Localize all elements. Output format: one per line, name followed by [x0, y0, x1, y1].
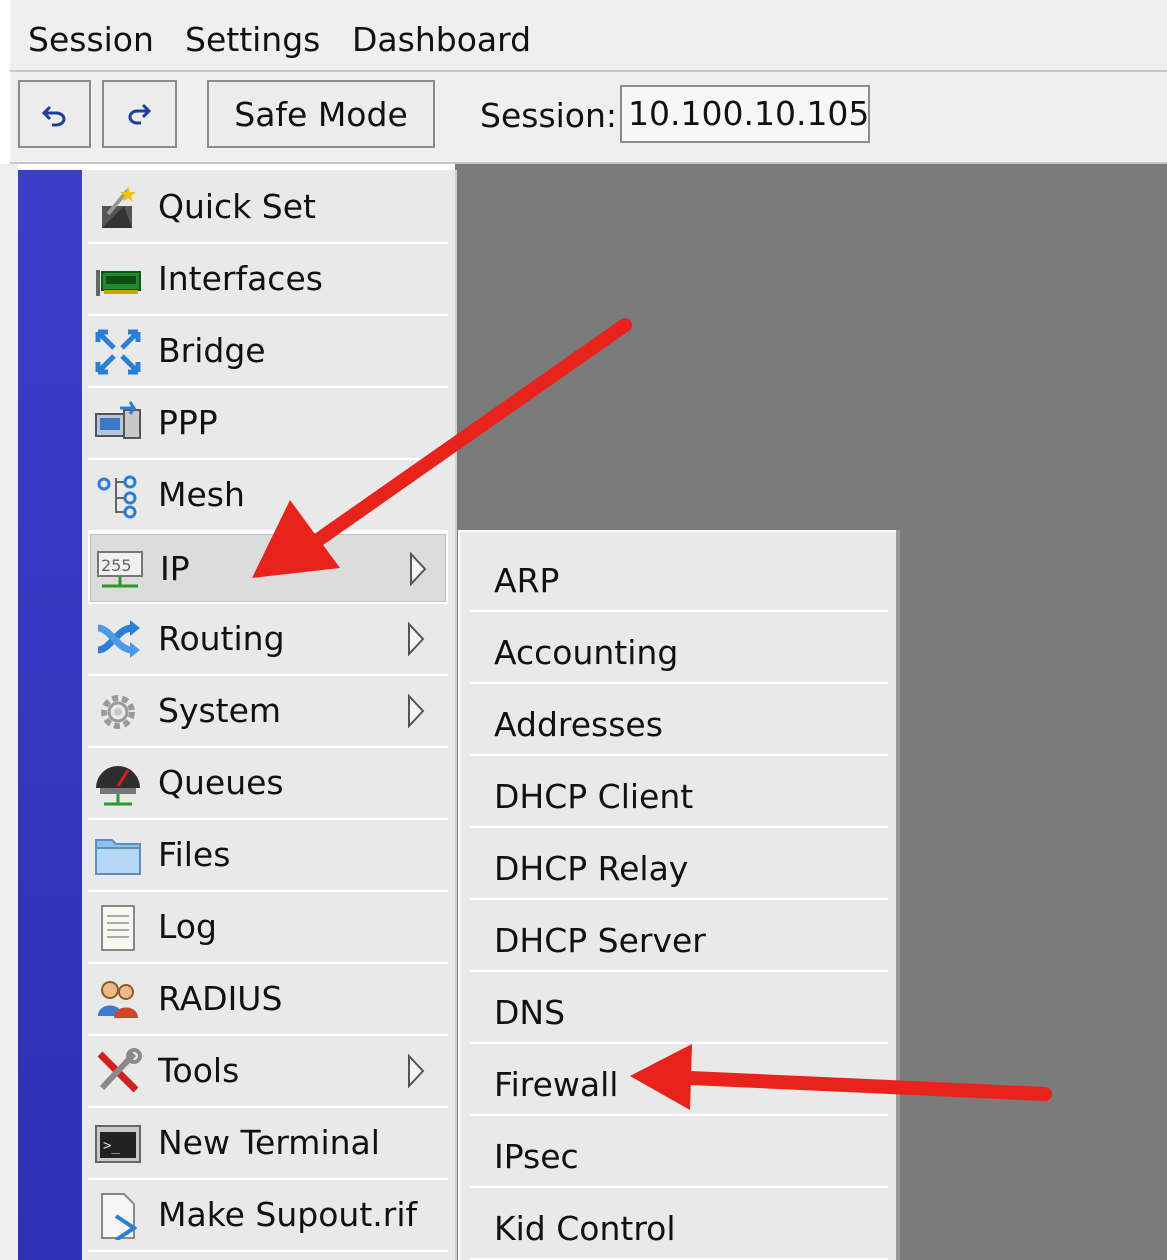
menu-item-label: System — [158, 691, 282, 730]
menu-item-bridge[interactable]: Bridge — [88, 316, 448, 388]
submenu-item-label: Accounting — [494, 633, 679, 672]
undo-button[interactable] — [18, 80, 91, 148]
ip-submenu: ARP Accounting Addresses DHCP Client DHC… — [458, 530, 896, 1260]
menu-bar: Session Settings Dashboard — [10, 0, 1167, 72]
menu-item-label: Tools — [158, 1051, 240, 1090]
menu-item-system[interactable]: System — [88, 676, 448, 748]
submenu-item-label: DHCP Server — [494, 921, 706, 960]
folder-icon — [95, 839, 141, 875]
menu-item-label: Log — [158, 907, 217, 946]
menu-item-label: Bridge — [158, 331, 266, 370]
submenu-item-kid-control[interactable]: Kid Control — [470, 1188, 888, 1260]
main-menu: Quick Set Interfaces Bridge PPP Mesh 255… — [82, 170, 457, 1260]
menu-item-routing[interactable]: Routing — [88, 604, 448, 676]
menu-item-label: Mesh — [158, 475, 245, 514]
svg-text:>_: >_ — [103, 1138, 120, 1154]
menu-item-label: Files — [158, 835, 231, 874]
submenu-arrow-icon — [408, 694, 425, 728]
menu-item-label: RADIUS — [158, 979, 283, 1018]
submenu-item-dns[interactable]: DNS — [470, 972, 888, 1044]
left-margin — [0, 164, 18, 1260]
submenu-item-label: DHCP Relay — [494, 849, 689, 888]
menu-item-ip[interactable]: 255 IP — [88, 532, 448, 604]
menu-item-queues[interactable]: Queues — [88, 748, 448, 820]
menu-item-label: Routing — [158, 619, 285, 658]
menu-item-make-supout[interactable]: Make Supout.rif — [88, 1180, 448, 1252]
bridge-icon — [95, 329, 141, 375]
submenu-item-label: ARP — [494, 561, 560, 600]
menu-item-quick-set[interactable]: Quick Set — [88, 172, 448, 244]
gear-icon — [101, 695, 135, 729]
undo-icon — [41, 105, 65, 127]
ppp-icon — [95, 401, 141, 439]
menu-item-label: Queues — [158, 763, 284, 802]
toolbar: Safe Mode Session: 10.100.10.105 — [10, 72, 1167, 164]
menu-item-label: Make Supout.rif — [158, 1195, 418, 1234]
submenu-item-accounting[interactable]: Accounting — [470, 612, 888, 684]
routing-icon — [97, 620, 140, 658]
menu-item-mesh[interactable]: Mesh — [88, 460, 448, 532]
menu-session[interactable]: Session — [28, 20, 154, 60]
log-document-icon — [101, 905, 135, 951]
menu-item-files[interactable]: Files — [88, 820, 448, 892]
menu-dashboard[interactable]: Dashboard — [352, 20, 531, 60]
submenu-item-firewall[interactable]: Firewall — [470, 1044, 888, 1116]
network-card-icon — [96, 270, 141, 296]
magic-wand-icon — [102, 186, 136, 228]
redo-icon — [128, 103, 151, 125]
gauge-icon — [96, 766, 140, 806]
submenu-item-label: Addresses — [494, 705, 663, 744]
sidebar-stripe — [18, 170, 82, 1260]
safe-mode-button[interactable]: Safe Mode — [207, 80, 435, 148]
users-icon — [98, 981, 138, 1018]
menu-item-label: Quick Set — [158, 187, 316, 226]
menu-item-label: IP — [160, 549, 190, 588]
menu-item-ppp[interactable]: PPP — [88, 388, 448, 460]
ip-255-icon: 255 — [97, 551, 143, 588]
submenu-item-label: DHCP Client — [494, 777, 694, 816]
menu-settings[interactable]: Settings — [185, 20, 320, 60]
menu-item-label: Interfaces — [158, 259, 323, 298]
submenu-arrow-icon — [408, 622, 425, 656]
submenu-item-ipsec[interactable]: IPsec — [470, 1116, 888, 1188]
menu-item-new-terminal[interactable]: >_ New Terminal — [88, 1108, 448, 1180]
menu-item-radius[interactable]: RADIUS — [88, 964, 448, 1036]
document-arrow-icon — [101, 1193, 138, 1240]
menu-item-label: New Terminal — [158, 1123, 380, 1162]
mesh-icon — [97, 475, 137, 519]
session-field[interactable]: 10.100.10.105 — [620, 85, 870, 143]
session-label: Session: — [480, 96, 618, 135]
submenu-item-addresses[interactable]: Addresses — [470, 684, 888, 756]
submenu-item-label: DNS — [494, 993, 566, 1032]
menu-item-interfaces[interactable]: Interfaces — [88, 244, 448, 316]
submenu-item-dhcp-server[interactable]: DHCP Server — [470, 900, 888, 972]
submenu-item-arp[interactable]: ARP — [470, 540, 888, 612]
submenu-arrow-icon — [408, 1054, 425, 1088]
submenu-item-label: IPsec — [494, 1137, 579, 1176]
submenu-arrow-icon — [410, 552, 427, 586]
menu-item-tools[interactable]: Tools — [88, 1036, 448, 1108]
redo-button[interactable] — [102, 80, 177, 148]
tools-icon — [97, 1048, 142, 1093]
submenu-item-dhcp-relay[interactable]: DHCP Relay — [470, 828, 888, 900]
terminal-icon: >_ — [95, 1125, 141, 1163]
submenu-item-dhcp-client[interactable]: DHCP Client — [470, 756, 888, 828]
menu-item-label: PPP — [158, 403, 218, 442]
submenu-item-label: Firewall — [494, 1065, 619, 1104]
submenu-item-label: Kid Control — [494, 1209, 676, 1248]
svg-text:255: 255 — [101, 556, 132, 575]
menu-item-log[interactable]: Log — [88, 892, 448, 964]
